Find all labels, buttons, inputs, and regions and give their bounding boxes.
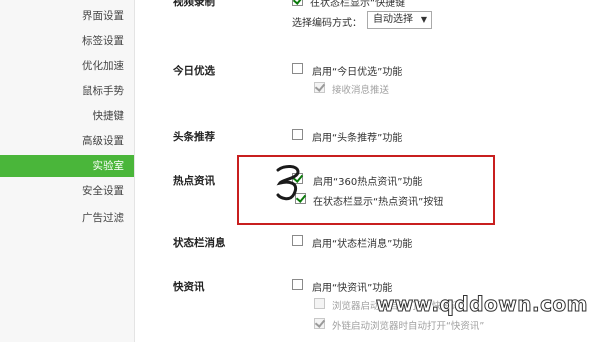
quick-startup-checkbox[interactable] [314, 298, 325, 309]
section-label-video: 视频录制 [173, 0, 215, 8]
watermark: www.qddown.com [375, 292, 588, 317]
sidebar-item-advanced[interactable]: 高级设置 [24, 130, 124, 152]
sidebar-item-tabs[interactable]: 标签设置 [24, 30, 124, 52]
section-label-headline: 头条推荐 [173, 131, 215, 143]
sidebar-item-shortcuts[interactable]: 快捷键 [24, 105, 125, 127]
encode-method-select[interactable]: 自动选择 ▼ [367, 11, 432, 29]
encode-method-label: 选择编码方式： [292, 18, 362, 29]
quick-externallink-checkbox[interactable] [314, 318, 325, 329]
settings-sidebar: 界面设置 标签设置 优化加速 鼠标手势 快捷键 高级设置 实验室 安全设置 广告… [0, 0, 135, 342]
sidebar-item-interface[interactable]: 界面设置 [24, 5, 124, 27]
encode-method-value: 自动选择 [373, 14, 413, 25]
quick-enable-checkbox[interactable] [292, 279, 303, 290]
headline-enable-label: 启用“头条推荐”功能 [312, 133, 403, 144]
chevron-down-icon: ▼ [420, 15, 427, 24]
today-enable-checkbox[interactable] [292, 63, 303, 74]
sidebar-item-mouse-gestures[interactable]: 鼠标手势 [24, 80, 124, 102]
statusmsg-enable-checkbox[interactable] [292, 235, 303, 246]
today-receive-label: 接收消息推送 [332, 85, 390, 96]
video-statusbar-checkbox[interactable] [292, 0, 303, 6]
video-statusbar-label: 在状态栏显示“快捷键 [310, 0, 406, 9]
statusmsg-enable-label: 启用“状态栏消息”功能 [312, 239, 413, 250]
today-receive-checkbox[interactable] [314, 82, 325, 93]
quick-externallink-label: 外链启动浏览器时自动打开“快资讯” [332, 321, 485, 332]
sidebar-item-security[interactable]: 安全设置 [24, 180, 124, 202]
today-enable-label: 启用“今日优选”功能 [312, 67, 403, 78]
sidebar-item-lab[interactable]: 实验室 [0, 155, 134, 177]
headline-enable-checkbox[interactable] [292, 129, 303, 140]
section-label-statusmsg: 状态栏消息 [173, 237, 226, 249]
sidebar-item-optimize[interactable]: 优化加速 [24, 55, 124, 77]
section-label-today: 今日优选 [173, 65, 215, 77]
sidebar-item-adblock[interactable]: 广告过滤 [24, 207, 124, 229]
section-label-quick: 快资讯 [173, 281, 205, 293]
annotation-scribble-icon [276, 165, 300, 201]
section-label-hot: 热点资讯 [173, 175, 215, 187]
